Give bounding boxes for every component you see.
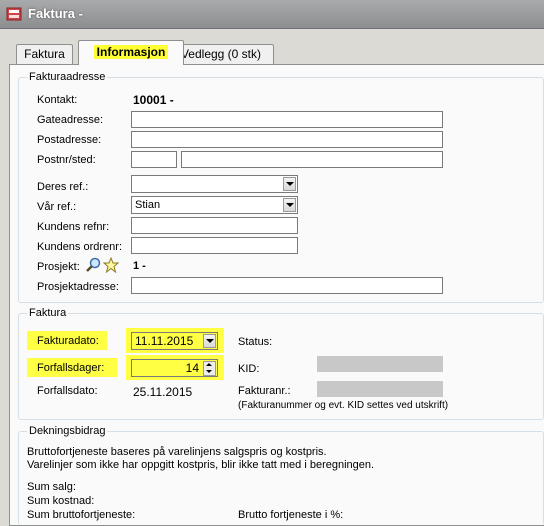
sted-input[interactable]	[181, 151, 443, 168]
tab-panel-informasjon: Fakturaadresse Kontakt: 10001 - Gateadre…	[9, 64, 544, 526]
dekningsbidrag-legend: Dekningsbidrag	[29, 425, 106, 437]
chevron-down-icon[interactable]	[283, 177, 296, 191]
window-title: Faktura -	[28, 6, 83, 21]
star-icon[interactable]	[102, 257, 120, 273]
brutto-fortjeneste-pct-label: Brutto fortjeneste i %:	[238, 509, 344, 521]
kid-label: KID:	[238, 363, 260, 375]
prosjektadresse-input[interactable]	[131, 277, 443, 294]
title-bar: Faktura -	[0, 0, 544, 29]
dekningsbidrag-info-line1: Bruttofortjeneste baseres på varelinjens…	[27, 446, 327, 458]
postadresse-label: Postadresse:	[37, 134, 102, 146]
deres-ref-select[interactable]	[131, 175, 298, 193]
kontakt-label: Kontakt:	[37, 94, 78, 106]
var-ref-value: Stian	[135, 199, 161, 211]
gateadresse-label: Gateadresse:	[37, 114, 104, 126]
kontakt-value: 10001 -	[133, 93, 174, 107]
forfallsdager-label: Forfallsdager:	[37, 362, 105, 374]
fakturadato-value: 11.11.2015	[135, 334, 194, 348]
tab-faktura-label: Faktura	[24, 47, 65, 61]
gateadresse-input[interactable]	[131, 111, 443, 128]
forfallsdato-label: Forfallsdato:	[37, 385, 98, 397]
status-label: Status:	[238, 336, 273, 348]
kundens-refnr-input[interactable]	[131, 217, 298, 234]
spinner-icon[interactable]	[203, 361, 216, 376]
fakturanr-field	[317, 381, 443, 397]
kundens-ordrenr-input[interactable]	[131, 237, 298, 254]
prosjekt-value: 1 -	[133, 260, 146, 272]
kundens-refnr-label: Kundens refnr:	[37, 221, 110, 233]
document-icon[interactable]	[6, 6, 22, 22]
var-ref-label: Vår ref.:	[37, 201, 77, 213]
kundens-ordrenr-label: Kundens ordrenr:	[37, 241, 122, 253]
postadresse-input[interactable]	[131, 131, 443, 148]
kid-field	[317, 356, 443, 372]
fakturadato-picker[interactable]: 11.11.2015	[131, 332, 218, 350]
fakturadato-label: Fakturadato:	[37, 335, 99, 347]
dekningsbidrag-info-line2: Varelinjer som ikke har oppgitt kostpris…	[27, 459, 375, 471]
forfallsdato-value: 25.11.2015	[133, 385, 193, 399]
forfallsdager-value: 14	[185, 361, 199, 375]
sum-kostnad-label: Sum kostnad:	[27, 495, 95, 507]
fakturanr-label: Fakturanr.:	[238, 385, 291, 397]
forfallsdager-stepper[interactable]: 14	[131, 359, 218, 377]
magnifier-icon[interactable]	[85, 257, 103, 273]
chevron-down-icon[interactable]	[203, 334, 216, 348]
tab-faktura[interactable]: Faktura	[16, 44, 73, 64]
prosjektadresse-label: Prosjektadresse:	[37, 281, 119, 293]
postnr-input[interactable]	[131, 151, 177, 168]
postnr-sted-label: Postnr/sted:	[37, 154, 96, 166]
prosjekt-label: Prosjekt:	[37, 261, 80, 273]
chevron-down-icon[interactable]	[283, 198, 296, 212]
tab-informasjon[interactable]: Informasjon	[78, 40, 184, 65]
sum-salg-label: Sum salg:	[27, 481, 76, 493]
sum-bruttofortjeneste-label: Sum bruttofortjeneste:	[27, 509, 136, 521]
fakturanr-note: (Fakturanummer og evt. KID settes ved ut…	[238, 400, 449, 411]
tab-vedlegg-label: Vedlegg (0 stk)	[180, 47, 262, 61]
fakturaadresse-legend: Fakturaadresse	[29, 71, 106, 83]
var-ref-select[interactable]: Stian	[131, 196, 298, 214]
faktura-legend: Faktura	[29, 307, 67, 319]
deres-ref-label: Deres ref.:	[37, 181, 89, 193]
tab-informasjon-label: Informasjon	[93, 45, 169, 59]
